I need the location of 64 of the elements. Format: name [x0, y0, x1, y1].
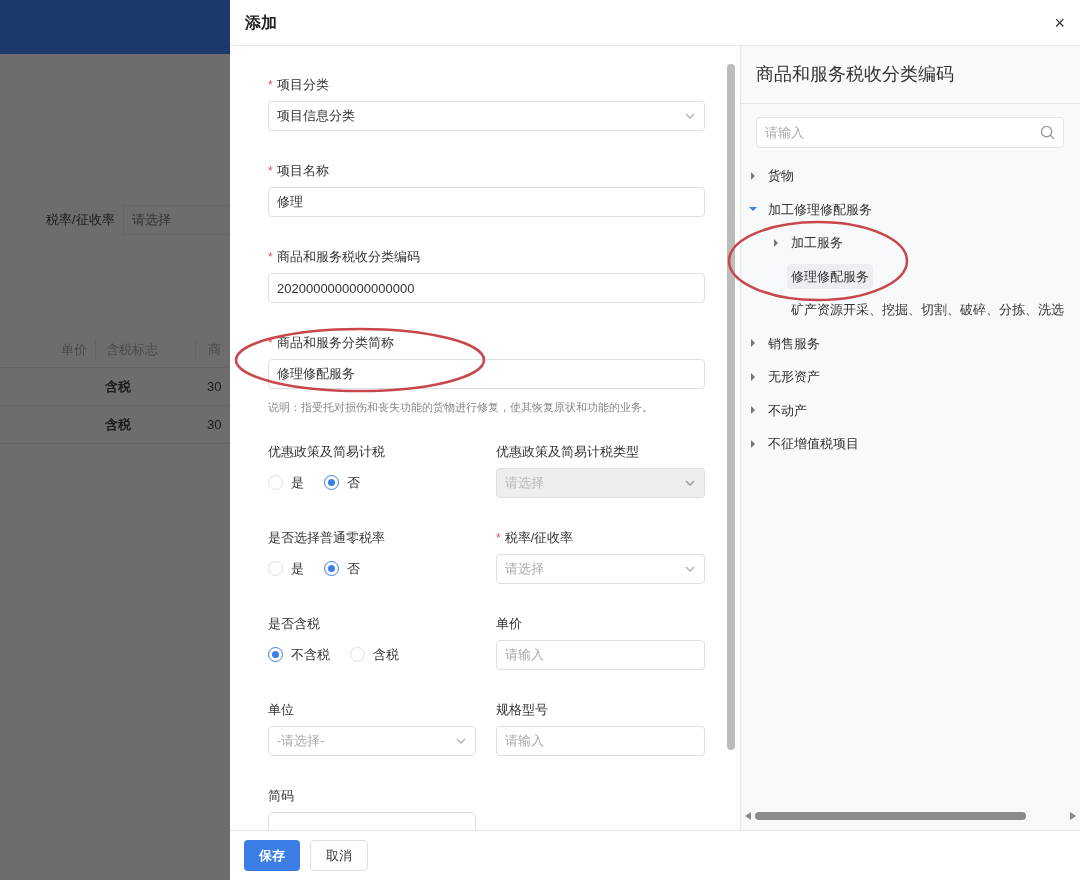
scroll-left-icon[interactable]	[745, 812, 751, 820]
tree-item[interactable]: 货物	[764, 163, 798, 189]
radio-button[interactable]	[324, 561, 339, 576]
radio-label: 否	[347, 559, 360, 578]
caret-right-icon[interactable]	[749, 406, 757, 415]
close-button[interactable]: ×	[1054, 13, 1065, 32]
radio-label: 含税	[373, 645, 399, 664]
radio-label: 是	[291, 559, 304, 578]
field-label: 商品和服务分类简称	[276, 334, 394, 353]
filter-label: 税率/征收率	[46, 211, 115, 230]
field-label: 优惠政策及简易计税类型	[496, 442, 639, 461]
select-field[interactable]: 项目信息分类	[268, 101, 705, 131]
field-label: 项目分类	[276, 76, 329, 95]
caret-right-icon[interactable]	[749, 339, 757, 348]
tree-item[interactable]: 矿产资源开采、挖掘、切割、破碎、分拣、洗选	[787, 297, 1068, 323]
tree-item[interactable]: 加工服务	[787, 230, 847, 256]
field-label: 规格型号	[496, 700, 548, 719]
required-asterisk: *	[268, 77, 273, 94]
cancel-button[interactable]: 取消	[310, 840, 368, 871]
dialog-title: 添加	[245, 12, 277, 33]
input-field[interactable]: 请输入	[496, 639, 705, 670]
caret-right-icon[interactable]	[749, 439, 757, 448]
input-field[interactable]: 2020000000000000000	[268, 273, 705, 303]
panel-title: 商品和服务税收分类编码	[756, 63, 954, 86]
scrollbar-thumb[interactable]	[727, 64, 735, 750]
scroll-right-icon[interactable]	[1070, 812, 1076, 820]
field-label: 优惠政策及简易计税	[268, 442, 385, 461]
required-asterisk: *	[268, 163, 273, 180]
radio-label: 否	[347, 473, 360, 492]
field-label: 单位	[268, 700, 294, 719]
tree-item[interactable]: 修理修配服务	[787, 263, 873, 289]
input-field[interactable]: 修理	[268, 187, 705, 217]
table-cell-text: 含税	[104, 415, 132, 434]
tree-item[interactable]: 不动产	[764, 397, 811, 423]
field-label: 是否选择普通零税率	[268, 528, 385, 547]
tree-item[interactable]: 销售服务	[764, 330, 824, 356]
radio-label: 不含税	[291, 645, 330, 664]
field-label: 税率/征收率	[504, 528, 574, 547]
field-label: 项目名称	[276, 162, 329, 181]
search-icon[interactable]	[1040, 125, 1055, 140]
scrollbar-thumb[interactable]	[755, 812, 1026, 820]
save-button[interactable]: 保存	[244, 840, 300, 871]
tree-item[interactable]: 加工修理修配服务	[764, 196, 876, 222]
caret-down-icon[interactable]	[749, 205, 757, 214]
table-cell-text: 30	[206, 377, 222, 396]
field-label: 简码	[268, 786, 294, 805]
caret-right-icon[interactable]	[749, 372, 757, 381]
input-field[interactable]: 请输入	[496, 725, 705, 756]
radio-button[interactable]	[324, 475, 339, 490]
field-label: 是否含税	[268, 614, 320, 633]
required-asterisk: *	[268, 249, 273, 266]
radio-button[interactable]	[268, 647, 283, 662]
input-field[interactable]: 修理修配服务	[268, 359, 705, 389]
required-asterisk: *	[496, 529, 501, 547]
table-cell-text: 30	[206, 415, 222, 434]
table-cell-text: 含税	[104, 377, 132, 396]
tree-item[interactable]: 不征增值税项目	[764, 431, 863, 457]
tree-item[interactable]: 无形资产	[764, 364, 824, 390]
caret-right-icon[interactable]	[772, 238, 780, 247]
radio-label: 是	[291, 473, 304, 492]
field-label: 单价	[496, 614, 522, 633]
hint-text: 说明：指受托对损伤和丧失功能的货物进行修复，使其恢复原状和功能的业务。	[268, 400, 654, 415]
caret-right-icon[interactable]	[749, 171, 757, 180]
field-label: 商品和服务税收分类编码	[276, 248, 420, 267]
